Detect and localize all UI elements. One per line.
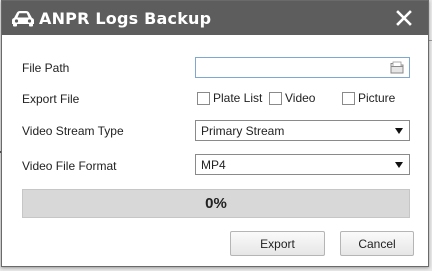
dialog-titlebar: ANPR Logs Backup [2, 1, 428, 35]
video-stream-type-value: Primary Stream [201, 123, 285, 138]
backup-progress-bar: 0% [22, 189, 410, 218]
dialog-title: ANPR Logs Backup [39, 8, 212, 28]
chevron-down-icon[interactable] [395, 127, 403, 134]
video-file-format-select[interactable]: MP4 [195, 154, 410, 175]
picture-checkbox[interactable]: Picture [342, 91, 395, 105]
close-icon[interactable] [394, 8, 414, 28]
video-stream-type-label: Video Stream Type [22, 124, 124, 138]
export-file-label: Export File [22, 92, 80, 106]
cancel-button[interactable]: Cancel [340, 231, 414, 256]
video-file-format-label: Video File Format [22, 159, 117, 173]
chevron-down-icon[interactable] [395, 161, 403, 168]
file-path-input[interactable] [196, 58, 384, 77]
video-checkbox-label: Video [285, 91, 316, 105]
file-path-field[interactable] [195, 57, 410, 78]
video-stream-type-select[interactable]: Primary Stream [195, 120, 410, 141]
picture-checkbox-label: Picture [358, 91, 396, 105]
export-button[interactable]: Export [230, 231, 325, 256]
video-checkbox-box[interactable] [269, 91, 282, 105]
plate-list-checkbox[interactable]: Plate List [197, 91, 262, 105]
plate-list-checkbox-label: Plate List [213, 91, 263, 105]
video-checkbox[interactable]: Video [269, 91, 315, 105]
plate-list-checkbox-box[interactable] [197, 91, 210, 105]
car-icon [12, 11, 34, 27]
file-path-label: File Path [22, 61, 70, 75]
anpr-logs-backup-dialog: ANPR Logs Backup File Path Export File P… [1, 0, 429, 267]
folder-icon[interactable] [390, 61, 404, 74]
video-file-format-value: MP4 [201, 157, 226, 172]
progress-percent: 0% [205, 195, 227, 212]
picture-checkbox-box[interactable] [342, 91, 355, 105]
